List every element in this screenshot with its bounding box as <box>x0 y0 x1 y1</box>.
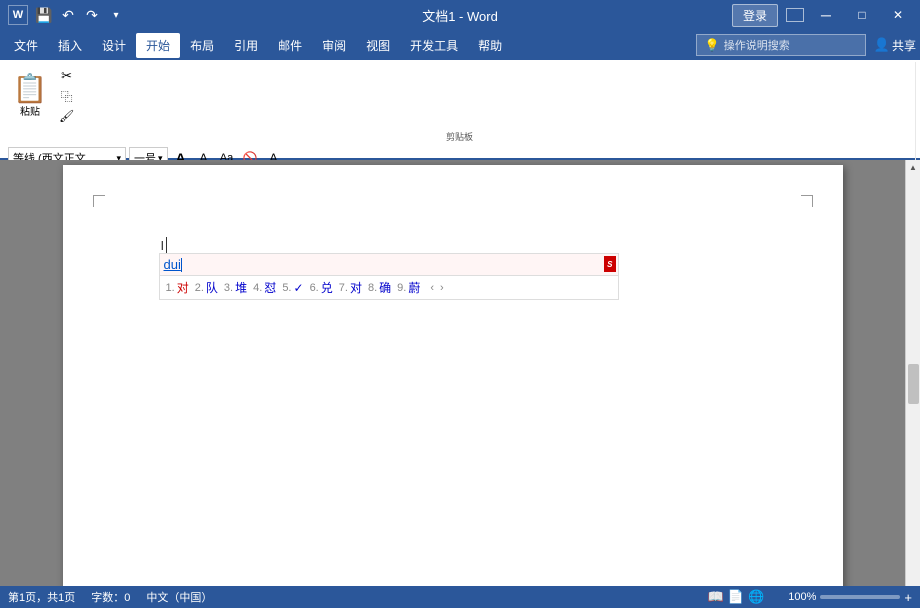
document-scroll-area: I dui S 1. 对 <box>0 160 905 608</box>
ime-caret <box>181 258 182 272</box>
lang-info: 中文（中国） <box>146 589 212 605</box>
print-layout-button[interactable]: 📄 <box>728 589 744 605</box>
candidate-8[interactable]: 8. 确 <box>368 279 391 296</box>
vertical-scrollbar[interactable]: ▲ ▼ <box>905 160 920 608</box>
title-text: 文档1 - Word <box>422 6 498 25</box>
menu-design[interactable]: 设计 <box>92 33 136 58</box>
menu-view[interactable]: 视图 <box>356 33 400 58</box>
text-caret <box>166 237 167 253</box>
copy-button[interactable]: ⿻ <box>56 86 77 106</box>
candidate-6[interactable]: 6. 兑 <box>310 279 333 296</box>
paste-button[interactable]: 📋 粘贴 <box>8 64 52 128</box>
main-area: I dui S 1. 对 <box>0 160 920 608</box>
title-left: W 💾 ↶ ↷ ▾ <box>8 5 126 25</box>
person-icon: 👤 <box>874 37 890 53</box>
menu-review[interactable]: 审阅 <box>312 33 356 58</box>
menu-references[interactable]: 引用 <box>224 33 268 58</box>
restore-button[interactable]: □ <box>848 1 876 29</box>
cut-button[interactable]: ✂ <box>56 66 77 86</box>
candidate-1[interactable]: 1. 对 <box>166 279 189 296</box>
scroll-track[interactable] <box>906 175 920 593</box>
menu-layout[interactable]: 布局 <box>180 33 224 58</box>
share-button[interactable]: 👤 共享 <box>874 37 916 54</box>
clipboard-title: 剪贴板 <box>8 128 911 143</box>
undo-quick-icon[interactable]: ↶ <box>58 5 78 25</box>
ime-panel: dui S 1. 对 2. 队 3. <box>159 253 619 300</box>
zoom-in-button[interactable]: + <box>904 590 912 605</box>
page-info: 第1页，共1页 <box>8 589 75 605</box>
candidate-5[interactable]: 5. ✓ <box>282 281 303 295</box>
ime-input-box: dui S <box>159 253 619 275</box>
zoom-level: 100% <box>788 591 816 603</box>
paste-label: 粘贴 <box>20 103 40 118</box>
paste-icon: 📋 <box>13 75 48 103</box>
candidate-4[interactable]: 4. 怼 <box>253 279 276 296</box>
document-page: I dui S 1. 对 <box>63 165 843 608</box>
candidate-9[interactable]: 9. 蔚 <box>397 279 420 296</box>
prev-candidates[interactable]: ‹ <box>430 282 434 294</box>
minimize-button[interactable]: ─ <box>812 1 840 29</box>
menu-home[interactable]: 开始 <box>136 33 180 58</box>
ime-candidates-bar: 1. 对 2. 队 3. 堆 4. 怼 <box>159 275 619 300</box>
candidate-7[interactable]: 7. 对 <box>339 279 362 296</box>
lightbulb-icon: 💡 <box>705 38 720 52</box>
text-cursor-area: I <box>161 237 168 253</box>
ribbon: 📋 粘贴 ✂ ⿻ 🖌 剪贴板 等线 (西文正文 ▾ <box>0 60 920 160</box>
candidate-2[interactable]: 2. 队 <box>195 279 218 296</box>
menu-mail[interactable]: 邮件 <box>268 33 312 58</box>
search-placeholder: 操作说明搜索 <box>724 37 790 53</box>
menu-insert[interactable]: 插入 <box>48 33 92 58</box>
window-mode-icon <box>786 8 804 22</box>
next-candidates[interactable]: › <box>440 282 444 294</box>
sogou-badge: S <box>604 256 615 272</box>
menu-file[interactable]: 文件 <box>4 33 48 58</box>
title-bar: W 💾 ↶ ↷ ▾ 文档1 - Word 登录 ─ □ ✕ <box>0 0 920 30</box>
redo-quick-icon[interactable]: ↷ <box>82 5 102 25</box>
zoom-slider[interactable] <box>820 595 900 599</box>
read-mode-button[interactable]: 📖 <box>708 589 724 605</box>
more-quick-icon[interactable]: ▾ <box>106 5 126 25</box>
status-bar: 第1页，共1页 字数：0 中文（中国） 📖 📄 🌐 100% + <box>0 586 920 608</box>
menu-help[interactable]: 帮助 <box>468 33 512 58</box>
login-button[interactable]: 登录 <box>732 4 778 27</box>
corner-mark-tr <box>801 195 813 207</box>
word-count: 字数：0 <box>91 589 130 605</box>
clipboard-group: 📋 粘贴 ✂ ⿻ 🖌 剪贴板 <box>4 62 916 145</box>
share-label: 共享 <box>892 37 916 54</box>
ime-typed-text: dui <box>164 257 181 272</box>
format-painter-button[interactable]: 🖌 <box>56 106 77 126</box>
scroll-thumb[interactable] <box>908 364 919 404</box>
close-button[interactable]: ✕ <box>884 1 912 29</box>
cursor-icon: I <box>161 238 165 253</box>
save-quick-icon[interactable]: 💾 <box>34 5 54 25</box>
app-icon: W <box>8 5 28 25</box>
app-window: W 💾 ↶ ↷ ▾ 文档1 - Word 登录 ─ □ ✕ 文件 插入 设计 开… <box>0 0 920 608</box>
scroll-up-arrow[interactable]: ▲ <box>906 160 920 175</box>
menu-bar: 文件 插入 设计 开始 布局 引用 邮件 审阅 视图 开发工具 帮助 💡 操作说… <box>0 30 920 60</box>
menu-dev[interactable]: 开发工具 <box>400 33 468 58</box>
quick-access-toolbar: 💾 ↶ ↷ ▾ <box>34 5 126 25</box>
corner-mark-tl <box>93 195 105 207</box>
web-layout-button[interactable]: 🌐 <box>748 589 764 605</box>
candidate-3[interactable]: 3. 堆 <box>224 279 247 296</box>
